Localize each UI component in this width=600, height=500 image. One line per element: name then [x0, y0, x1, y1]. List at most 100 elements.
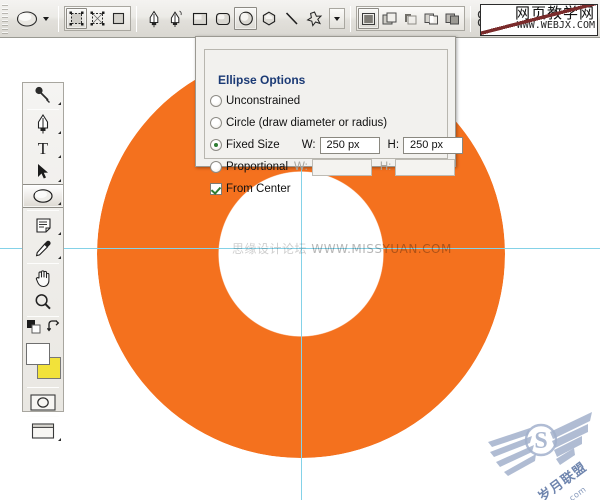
- radio-circle[interactable]: [210, 117, 222, 129]
- custom-shape-icon: [306, 10, 323, 27]
- ellipse-options-title: Ellipse Options: [214, 74, 310, 86]
- arrow-pointer-icon: [38, 164, 48, 179]
- default-colors-icon[interactable]: [26, 319, 41, 339]
- center-watermark: 思缘设计论坛 WWW.MISSYUAN.COM: [232, 240, 452, 257]
- ellipse-shape-tool[interactable]: [23, 184, 63, 208]
- line-tool-button[interactable]: [280, 7, 303, 30]
- paths-button[interactable]: [87, 8, 108, 29]
- toolbar-divider: [27, 263, 59, 264]
- option-from-center[interactable]: From Center: [210, 181, 291, 197]
- combine-button[interactable]: [442, 8, 463, 29]
- path-selection-tool[interactable]: [23, 160, 63, 184]
- subtract-from-shape-area-button[interactable]: [379, 8, 400, 29]
- options-divider: [350, 5, 351, 32]
- option-proportional-label: Proportional: [226, 161, 289, 173]
- polygon-tool-button[interactable]: [257, 7, 280, 30]
- note-icon: [35, 217, 51, 233]
- rounded-rectangle-tool-button[interactable]: [211, 7, 234, 30]
- quick-mask-icon: [30, 393, 56, 411]
- radio-fixed-size[interactable]: [210, 139, 222, 151]
- tool-submenu-indicator-icon: [58, 232, 61, 235]
- ellipse-icon: [238, 11, 253, 26]
- tool-submenu-indicator-icon: [58, 202, 61, 205]
- syue-logo: S: [484, 404, 596, 496]
- option-circle[interactable]: Circle (draw diameter or radius): [210, 115, 387, 131]
- ellipse-icon: [33, 189, 53, 203]
- blur-tool[interactable]: [23, 83, 63, 107]
- paths-icon: [90, 11, 105, 26]
- type-icon: T: [37, 138, 49, 158]
- center-watermark-cn: 思缘设计论坛: [232, 242, 308, 256]
- combine-icon: [445, 13, 459, 24]
- option-unconstrained-label: Unconstrained: [226, 95, 301, 107]
- subtract-shape-icon: [382, 12, 397, 24]
- rectangle-icon: [192, 12, 207, 25]
- tool-submenu-indicator-icon: [58, 179, 61, 182]
- add-to-shape-area-button[interactable]: [358, 8, 379, 29]
- rectangle-tool-button[interactable]: [188, 7, 211, 30]
- quick-mask-mode-button[interactable]: [23, 390, 63, 414]
- freeform-pen-tool-button[interactable]: [165, 7, 188, 30]
- options-bar-grip[interactable]: [2, 3, 8, 34]
- fixed-width-label: W:: [301, 139, 316, 151]
- hand-tool[interactable]: [23, 266, 63, 290]
- proportional-width-label: W:: [294, 161, 308, 173]
- option-from-center-label: From Center: [226, 183, 291, 195]
- custom-shape-tool-button[interactable]: [303, 7, 326, 30]
- ellipse-options-popup: Ellipse Options Unconstrained Circle (dr…: [195, 36, 464, 195]
- geometry-options-dropdown[interactable]: [329, 8, 345, 29]
- svg-text:S: S: [534, 428, 547, 454]
- shape-layers-button[interactable]: [66, 8, 87, 29]
- fill-pixels-button[interactable]: [108, 8, 129, 29]
- toolbar-divider: [27, 316, 59, 317]
- option-proportional-row: Proportional W: H:: [210, 158, 456, 176]
- shape-layers-icon: [69, 11, 84, 26]
- checkbox-from-center[interactable]: [210, 183, 222, 195]
- tools-palette: T: [22, 82, 64, 441]
- options-divider: [470, 5, 471, 32]
- watermark-slash-icon: [481, 5, 597, 35]
- screen-mode-button[interactable]: [23, 419, 63, 443]
- proportional-height-label: H:: [379, 161, 392, 173]
- radio-unconstrained[interactable]: [210, 95, 222, 107]
- eyedropper-icon: [35, 240, 51, 257]
- polygon-icon: [262, 11, 275, 26]
- tool-submenu-indicator-icon: [58, 438, 61, 441]
- pen-icon: [149, 10, 158, 27]
- exclude-overlapping-shape-areas-button[interactable]: [421, 8, 442, 29]
- ellipse-tool-button[interactable]: [234, 7, 257, 30]
- fixed-height-input[interactable]: [403, 136, 464, 154]
- option-circle-label: Circle (draw diameter or radius): [226, 117, 388, 129]
- intersect-shape-icon: [405, 13, 417, 24]
- hand-icon: [35, 269, 49, 287]
- fixed-width-input[interactable]: [319, 136, 380, 154]
- pen-tool[interactable]: [23, 112, 63, 136]
- tool-submenu-indicator-icon: [58, 155, 61, 158]
- ellipse-tool-preview[interactable]: [11, 10, 53, 28]
- proportional-width-input[interactable]: [311, 158, 372, 176]
- center-watermark-url: WWW.MISSYUAN.COM: [311, 242, 452, 256]
- notes-tool[interactable]: [23, 213, 63, 237]
- line-icon: [285, 12, 298, 25]
- magnifier-icon: [35, 294, 51, 310]
- blur-icon: [35, 86, 50, 103]
- radio-proportional[interactable]: [210, 161, 222, 173]
- fill-pixels-icon: [112, 12, 125, 25]
- foreground-color-swatch[interactable]: [26, 343, 50, 365]
- exclude-shape-icon: [424, 13, 438, 24]
- type-tool[interactable]: T: [23, 136, 63, 160]
- option-unconstrained[interactable]: Unconstrained: [210, 93, 300, 109]
- swap-colors-icon[interactable]: [46, 320, 60, 338]
- eyedropper-tool[interactable]: [23, 237, 63, 261]
- add-shape-icon: [362, 12, 375, 25]
- option-fixed-size-row: Fixed Size W: H:: [210, 136, 464, 154]
- proportional-height-input[interactable]: [395, 158, 456, 176]
- pen-tool-button[interactable]: [142, 7, 165, 30]
- intersect-shape-areas-button[interactable]: [400, 8, 421, 29]
- fixed-height-label: H:: [387, 139, 400, 151]
- ellipse-preview-icon: [16, 10, 38, 27]
- winged-s-emblem-icon: S: [488, 412, 592, 476]
- zoom-tool[interactable]: [23, 290, 63, 314]
- color-swatches: [23, 341, 63, 381]
- tool-preset-picker[interactable]: [43, 16, 49, 21]
